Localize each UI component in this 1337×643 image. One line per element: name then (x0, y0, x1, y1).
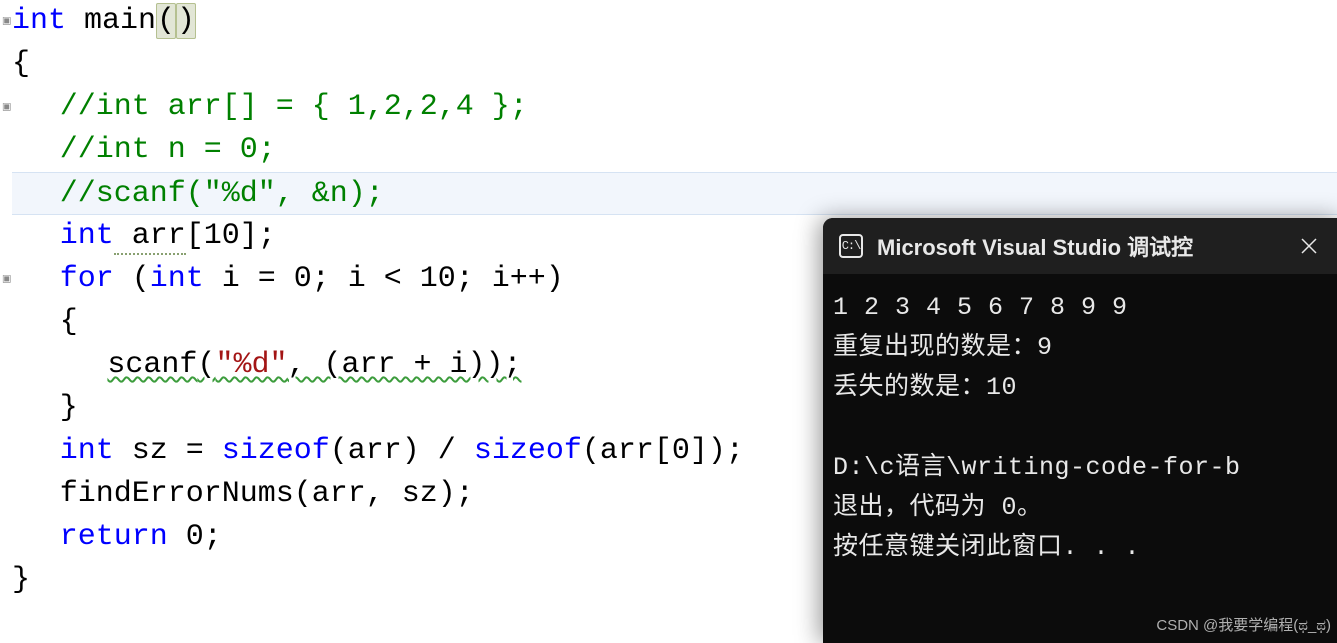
close-icon (1300, 237, 1318, 255)
fold-icon[interactable]: ▣ (2, 258, 11, 301)
close-button[interactable] (1291, 228, 1327, 264)
code-line: ▣//int arr[] = { 1,2,2,4 }; (12, 86, 1337, 129)
code-line: { (12, 43, 1337, 86)
terminal-line: 丢失的数是：10 (833, 373, 1017, 402)
fold-icon[interactable]: ▣ (2, 86, 11, 129)
terminal-line: 退出，代码为 0。 (833, 493, 1043, 522)
terminal-title: Microsoft Visual Studio 调试控 (877, 230, 1277, 262)
code-line: //int n = 0; (12, 129, 1337, 172)
terminal-line: 重复出现的数是：9 (833, 333, 1053, 362)
code-line: ▣int main() (12, 0, 1337, 43)
watermark: CSDN @我要学编程(ಥ_ಥ) (1156, 614, 1331, 635)
terminal-titlebar[interactable]: C:\ Microsoft Visual Studio 调试控 (823, 218, 1337, 274)
debug-console-window: C:\ Microsoft Visual Studio 调试控 1 2 3 4 … (823, 218, 1337, 643)
terminal-line: 按任意键关闭此窗口. . . (833, 533, 1140, 562)
terminal-output[interactable]: 1 2 3 4 5 6 7 8 9 9 重复出现的数是：9 丢失的数是：10 D… (823, 274, 1337, 576)
code-line-current: //scanf("%d", &n); (12, 172, 1337, 215)
terminal-line: 1 2 3 4 5 6 7 8 9 9 (833, 293, 1128, 322)
terminal-icon: C:\ (839, 234, 863, 258)
terminal-line: D:\c语言\writing-code-for-b (833, 453, 1241, 482)
fold-icon[interactable]: ▣ (2, 0, 11, 43)
